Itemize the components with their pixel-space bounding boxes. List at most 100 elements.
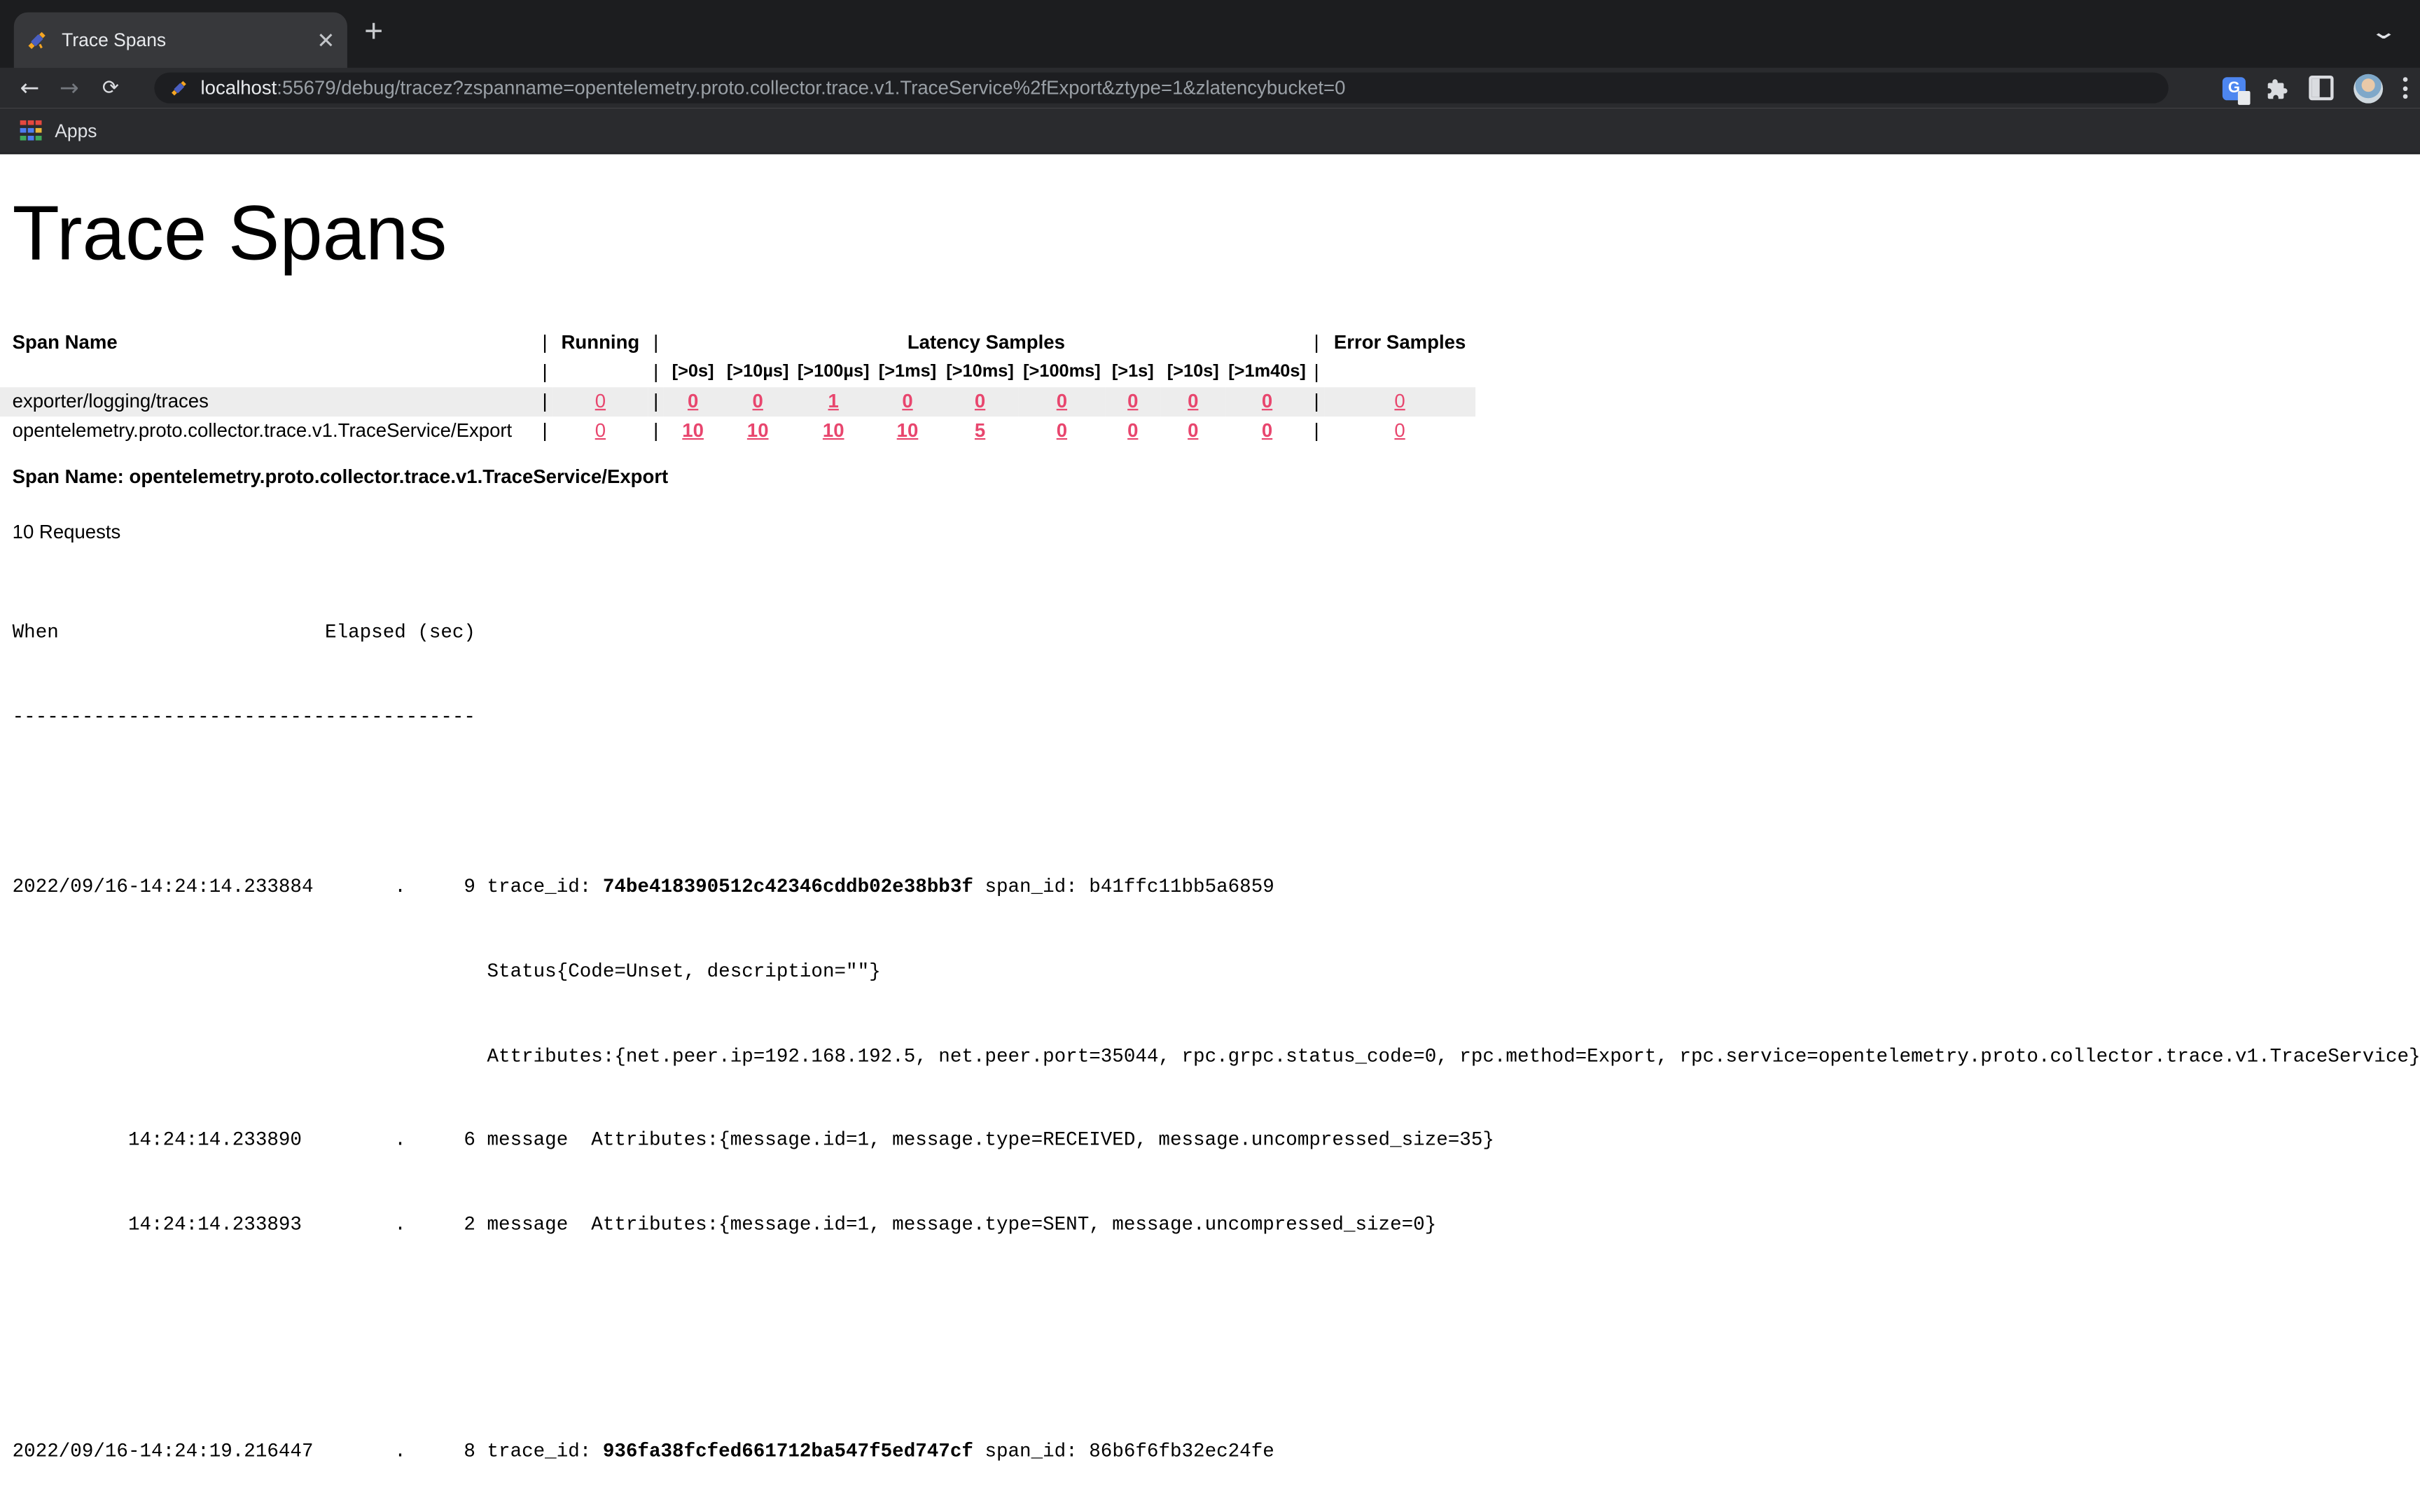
running-count-link[interactable]: 0 <box>595 420 606 442</box>
trace-id-value: 936fa38fcfed661712ba547f5ed747cf <box>603 1441 973 1462</box>
browser-tab[interactable]: Trace Spans ✕ <box>14 13 347 68</box>
url-host: localhost <box>201 77 277 99</box>
span-id-value: span_id: b41ffc11bb5a6859 <box>973 876 1274 897</box>
tab-favicon-telescope-icon <box>26 29 48 51</box>
bucket-label: [>0s] <box>664 357 723 386</box>
latency-bucket-link[interactable]: 10 <box>747 420 769 442</box>
column-separator: | <box>537 416 552 445</box>
request-main-line: 2022/09/16-14:24:14.233884 . 9 trace_id:… <box>13 873 2420 901</box>
bucket-label: [>100ms] <box>1019 357 1105 386</box>
request-main-line: 2022/09/16-14:24:19.216447 . 8 trace_id:… <box>13 1438 2420 1466</box>
latency-bucket-link[interactable]: 0 <box>1262 391 1272 412</box>
browser-window: Trace Spans ✕ + ⌄ ← → ⟳ localhost:55679/… <box>0 0 2420 1512</box>
col-header-running: Running <box>552 328 648 357</box>
column-separator: | <box>648 328 664 357</box>
profile-avatar[interactable] <box>2353 74 2383 103</box>
toolbar-icons: G <box>2223 68 2407 108</box>
request-when-elapsed: 2022/09/16-14:24:19.216447 . 8 trace_id: <box>13 1441 603 1462</box>
request-message-received-line: 14:24:14.233890 . 6 message Attributes:{… <box>13 1127 2420 1155</box>
bucket-label: [>1ms] <box>874 357 942 386</box>
trace-id-value: 74be418390512c42346cddb02e38bb3f <box>603 876 973 897</box>
column-separator: | <box>537 328 552 357</box>
request-attributes-line: Attributes:{net.peer.ip=192.168.192.5, n… <box>13 1042 2420 1070</box>
span-id-value: span_id: 86b6f6fb32ec24fe <box>973 1441 1274 1462</box>
span-name-cell: opentelemetry.proto.collector.trace.v1.T… <box>0 416 537 445</box>
page-content: Trace Spans Span Name | Running | Latenc… <box>0 154 2420 1512</box>
col-header-span-name: Span Name <box>0 328 537 357</box>
column-separator: | <box>1309 416 1324 445</box>
latency-bucket-link[interactable]: 0 <box>1127 420 1138 442</box>
latency-bucket-link[interactable]: 0 <box>1127 391 1138 412</box>
column-separator: | <box>1309 386 1324 416</box>
request-message-sent-line: 14:24:14.233893 . 2 message Attributes:{… <box>13 1212 2420 1240</box>
request-status-line: Status{Code=Unset, description=""} <box>13 958 2420 986</box>
latency-bucket-link[interactable]: 0 <box>1188 391 1198 412</box>
reload-button[interactable]: ⟳ <box>102 76 119 99</box>
error-count-link[interactable]: 0 <box>1394 420 1405 442</box>
latency-bucket-link[interactable]: 10 <box>823 420 844 442</box>
tab-strip: Trace Spans ✕ + ⌄ <box>0 0 2420 68</box>
latency-bucket-link[interactable]: 0 <box>1057 420 1067 442</box>
latency-bucket-link[interactable]: 1 <box>828 391 839 412</box>
tab-close-icon[interactable]: ✕ <box>317 29 335 51</box>
translate-icon[interactable]: G <box>2223 76 2246 99</box>
apps-grid-icon <box>20 120 41 141</box>
bucket-label: [>1s] <box>1105 357 1160 386</box>
table-row: exporter/logging/traces | 0 | 0 0 1 0 0 … <box>0 386 1475 416</box>
latency-bucket-link[interactable]: 0 <box>688 391 698 412</box>
column-separator: | <box>648 386 664 416</box>
request-block: 2022/09/16-14:24:14.233884 . 9 trace_id:… <box>13 816 2420 1296</box>
bucket-header-row: | | [>0s] [>10µs] [>100µs] [>1ms] [>10ms… <box>0 357 1475 386</box>
bucket-label: [>10µs] <box>723 357 793 386</box>
requests-count: 10 Requests <box>13 521 2420 542</box>
running-count-link[interactable]: 0 <box>595 391 606 412</box>
table-row: opentelemetry.proto.collector.trace.v1.T… <box>0 416 1475 445</box>
new-tab-button[interactable]: + <box>364 15 383 48</box>
latency-bucket-link[interactable]: 0 <box>753 391 763 412</box>
side-panel-icon[interactable] <box>2309 76 2333 100</box>
page-title: Trace Spans <box>13 193 2420 274</box>
latency-bucket-link[interactable]: 0 <box>1262 420 1272 442</box>
bookmark-apps[interactable]: Apps <box>55 120 97 141</box>
bookmarks-bar: Apps <box>0 108 2420 154</box>
column-separator: | <box>537 386 552 416</box>
latency-bucket-link[interactable]: 10 <box>682 420 704 442</box>
column-separator: | <box>537 357 552 386</box>
back-button[interactable]: ← <box>20 76 40 99</box>
extensions-puzzle-icon[interactable] <box>2266 76 2289 99</box>
column-separator: | <box>648 357 664 386</box>
browser-toolbar: ← → ⟳ localhost:55679/debug/tracez?zspan… <box>0 68 2420 108</box>
bucket-label: [>100µs] <box>793 357 874 386</box>
bucket-label: [>1m40s] <box>1225 357 1309 386</box>
column-separator: | <box>648 416 664 445</box>
request-block: 2022/09/16-14:24:19.216447 . 8 trace_id:… <box>13 1381 2420 1512</box>
latency-bucket-link[interactable]: 10 <box>897 420 919 442</box>
tab-title: Trace Spans <box>62 29 310 51</box>
bucket-label: [>10s] <box>1160 357 1225 386</box>
span-name-cell: exporter/logging/traces <box>0 386 537 416</box>
forward-button[interactable]: → <box>60 76 79 99</box>
table-header-row: Span Name | Running | Latency Samples | … <box>0 328 1475 357</box>
bucket-label: [>10ms] <box>941 357 1018 386</box>
request-list: When Elapsed (sec) ---------------------… <box>13 562 2420 1512</box>
latency-bucket-link[interactable]: 0 <box>975 391 985 412</box>
url-text: localhost:55679/debug/tracez?zspanname=o… <box>201 77 1346 99</box>
col-header-latency: Latency Samples <box>664 328 1309 357</box>
error-count-link[interactable]: 0 <box>1394 391 1405 412</box>
url-bar[interactable]: localhost:55679/debug/tracez?zspanname=o… <box>154 73 2168 104</box>
latency-bucket-link[interactable]: 0 <box>1057 391 1067 412</box>
list-divider: ---------------------------------------- <box>13 704 2420 732</box>
span-summary-table: Span Name | Running | Latency Samples | … <box>0 328 1475 445</box>
column-separator: | <box>1309 328 1324 357</box>
url-path: :55679/debug/tracez?zspanname=openteleme… <box>277 77 1345 99</box>
menu-kebab-icon[interactable] <box>2403 77 2408 99</box>
latency-bucket-link[interactable]: 0 <box>1188 420 1198 442</box>
col-header-errors: Error Samples <box>1324 328 1475 357</box>
selected-span-name-line: Span Name: opentelemetry.proto.collector… <box>13 465 2420 487</box>
latency-bucket-link[interactable]: 5 <box>975 420 985 442</box>
list-header: When Elapsed (sec) <box>13 619 2420 647</box>
url-favicon-telescope-icon <box>169 78 188 97</box>
chevron-down-icon[interactable]: ⌄ <box>2370 22 2397 45</box>
request-when-elapsed: 2022/09/16-14:24:14.233884 . 9 trace_id: <box>13 876 603 897</box>
latency-bucket-link[interactable]: 0 <box>902 391 912 412</box>
